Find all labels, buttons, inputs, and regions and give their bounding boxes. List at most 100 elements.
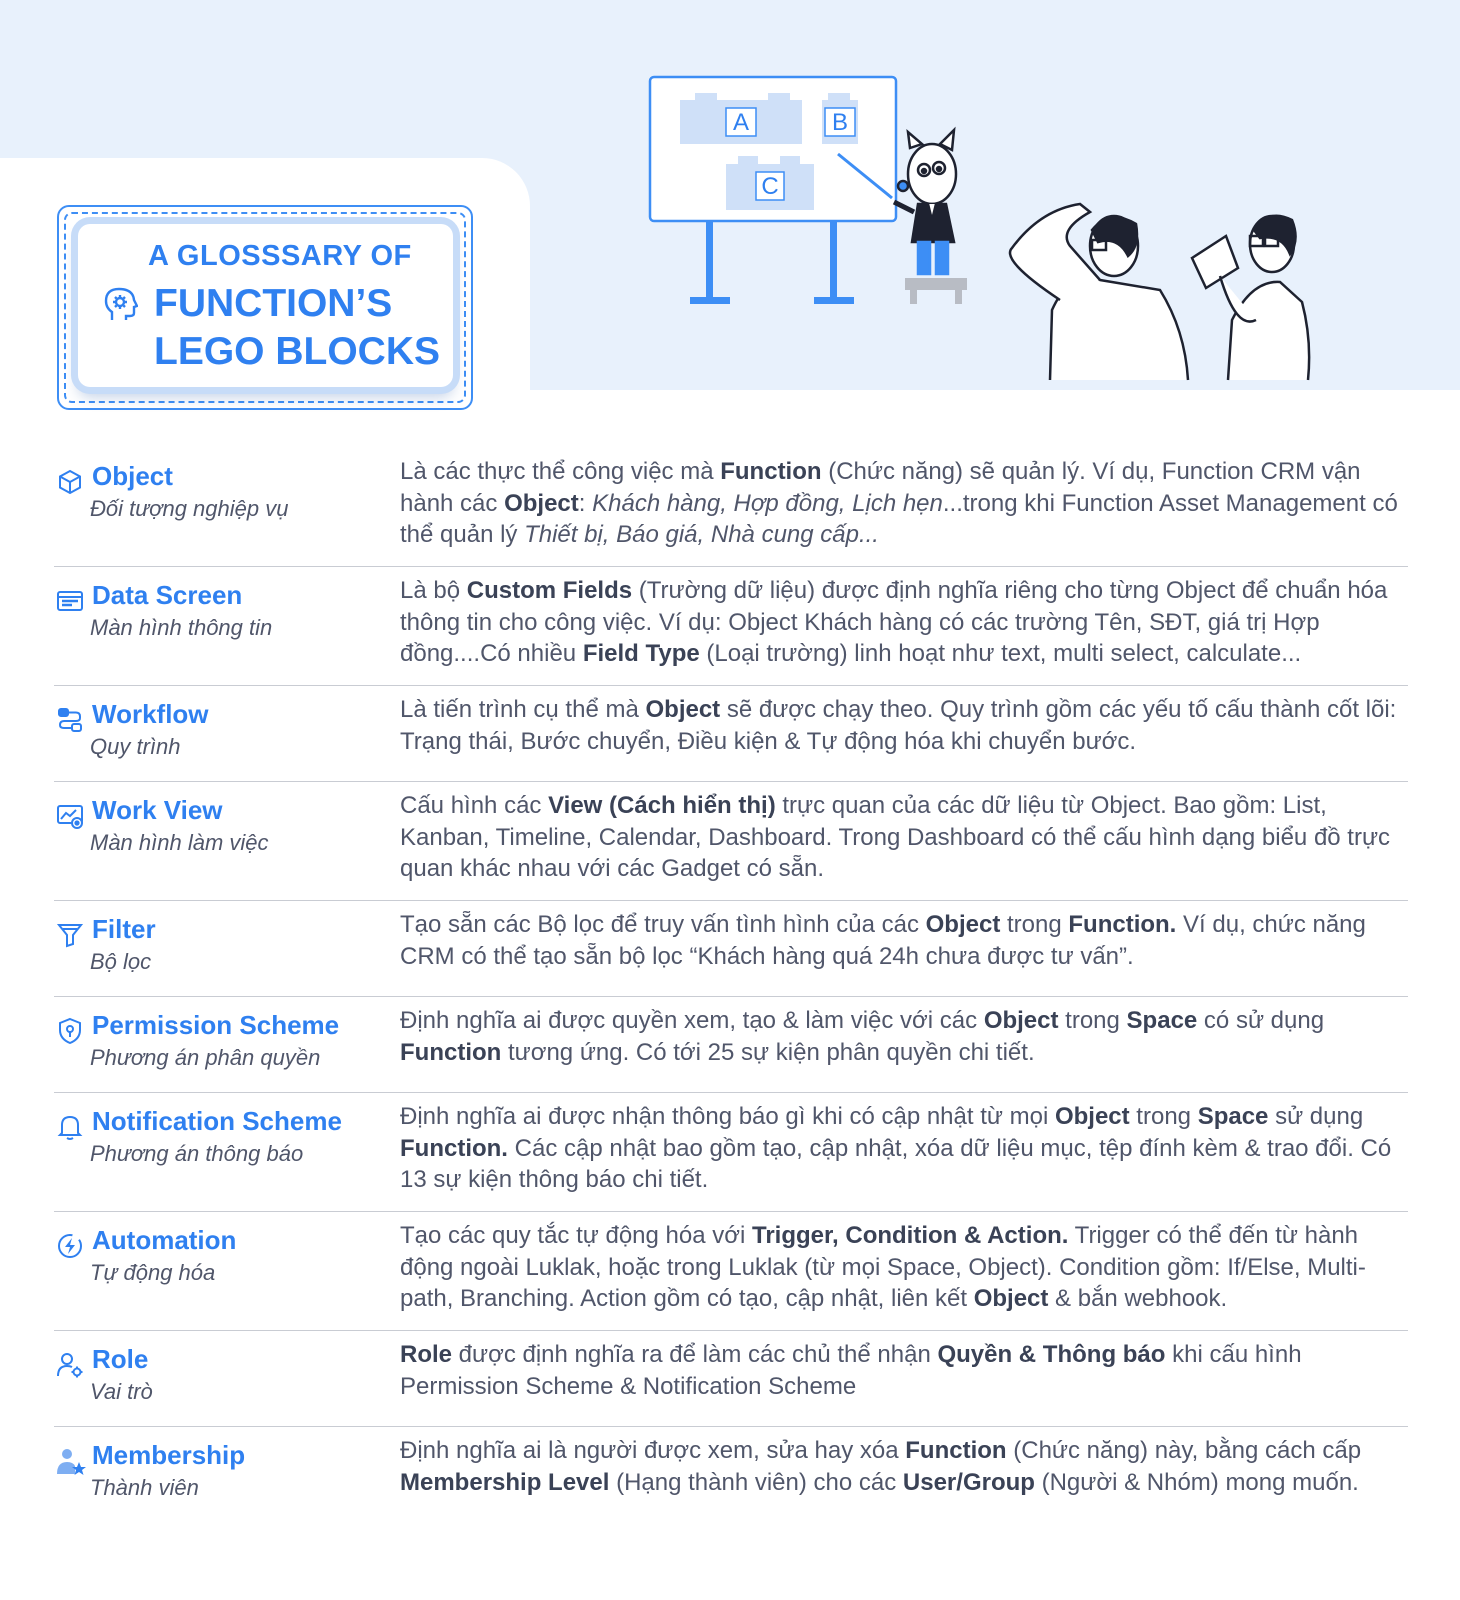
title-main: FUNCTION’S LEGO BLOCKS	[154, 280, 440, 376]
description-keyword: Custom Fields	[466, 577, 633, 604]
chart-view-icon	[56, 802, 84, 830]
workflow-icon	[56, 706, 84, 734]
filter-icon	[56, 921, 84, 949]
description-keyword: Object	[504, 489, 579, 517]
description-keyword: Object	[973, 1285, 1049, 1312]
description-text: Tạo các quy tắc tự động hóa với	[400, 1222, 752, 1249]
glossary-row-data-screen: Data Screen Màn hình thông tin Là bộ Custo…	[54, 567, 1408, 686]
description-text: trong	[1000, 911, 1069, 938]
term-title: Notification Scheme	[92, 1106, 342, 1136]
term-subtitle: Bộ lọc	[90, 949, 152, 974]
screen-icon	[56, 587, 84, 615]
term-description: Là bộ Custom Fields (Trường dữ liệu) đượ…	[400, 575, 1410, 670]
description-text: sử dụng	[1268, 1103, 1364, 1130]
board-label-a: A	[733, 109, 749, 136]
term-title: Filter	[92, 914, 156, 944]
description-text: (Hạng thành viên) cho các	[609, 1468, 903, 1496]
glossary-row-workflow: Workflow Quy trình Là tiến trình cụ thể mà…	[54, 686, 1408, 782]
description-text: Định nghĩa ai được nhận thông báo gì khi…	[400, 1103, 1055, 1130]
description-text: Cấu hình các	[400, 792, 549, 819]
glossary-row-filter: Filter Bộ lọc Tạo sẵn các Bộ lọc để truy v…	[54, 901, 1408, 997]
term-subtitle: Thành viên	[90, 1475, 199, 1500]
term-description: Tạo các quy tắc tự động hóa với Trigger,…	[400, 1220, 1410, 1315]
description-text: Thiết bị, Báo giá, Nhà cung cấp...	[524, 521, 879, 548]
description-text: Tạo sẵn các Bộ lọc để truy vấn tình hình…	[400, 911, 926, 938]
term-title: Permission Scheme	[92, 1010, 340, 1040]
description-text: (Người & Nhóm) mong muốn.	[1034, 1468, 1359, 1496]
term-subtitle: Đối tượng nghiệp vụ	[90, 496, 289, 521]
presentation-illustration: A B C	[648, 75, 1311, 381]
cube-icon	[56, 468, 84, 496]
description-keyword: Function.	[400, 1134, 508, 1162]
person-1	[1008, 202, 1190, 381]
description-text: có sử dụng	[1197, 1007, 1325, 1034]
term-subtitle: Màn hình làm việc	[90, 830, 269, 855]
description-keyword: Role	[400, 1341, 453, 1368]
term-description: Là các thực thể công việc mà Function (C…	[400, 456, 1410, 551]
term-description: Định nghĩa ai được nhận thông báo gì khi…	[400, 1101, 1410, 1196]
title-line-1: A GLOSSSARY OF	[148, 240, 412, 272]
term-title: Workflow	[92, 699, 209, 729]
term-subtitle: Vai trò	[90, 1379, 153, 1404]
board-label-b: B	[832, 109, 848, 136]
term-title: Object	[92, 461, 173, 491]
description-keyword: Function	[400, 1038, 502, 1066]
term-description: Role được định nghĩa ra để làm các chủ t…	[400, 1339, 1410, 1402]
term-subtitle: Phương án thông báo	[90, 1141, 304, 1166]
term-description: Là tiến trình cụ thể mà Object sẽ được c…	[400, 694, 1410, 757]
description-keyword: Quyền & Thông báo	[937, 1341, 1166, 1368]
term-description: Định nghĩa ai được quyền xem, tạo & làm …	[400, 1005, 1410, 1068]
description-text: tương ứng. Có tới 25 sự kiện phân quyền …	[501, 1038, 1035, 1066]
description-text: trong	[1129, 1103, 1198, 1130]
bell-icon	[56, 1113, 84, 1141]
description-text: Là các thực thể công việc mà	[400, 458, 721, 485]
description-text: (Chức năng) này, bằng cách cấp	[1006, 1437, 1362, 1464]
lightning-icon	[56, 1232, 84, 1260]
description-text: trong	[1058, 1007, 1127, 1034]
description-text: Khách hàng, Hợp đồng, Lịch hẹn	[592, 489, 943, 517]
description-keyword: View (Cách hiển thị)	[548, 792, 776, 819]
term-title: Membership	[92, 1440, 246, 1470]
glossary-row-notification-scheme: Notification Scheme Phương án thông báo Đị…	[54, 1093, 1408, 1212]
description-keyword: Trigger, Condition & Action.	[752, 1222, 1069, 1249]
term-title: Role	[92, 1344, 149, 1374]
description-keyword: Function.	[1068, 911, 1177, 938]
term-title: Automation	[92, 1225, 237, 1255]
description-keyword: Function	[720, 458, 822, 485]
term-description: Cấu hình các View (Cách hiển thị) trực q…	[400, 790, 1410, 885]
glossary-row-object: Object Đối tượng nghiệp vụ Là các thực thể…	[54, 448, 1408, 567]
user-star-icon	[56, 1447, 86, 1475]
description-text: Định nghĩa ai là người được xem, sửa hay…	[400, 1437, 906, 1464]
term-subtitle: Quy trình	[90, 734, 181, 759]
term-description: Định nghĩa ai là người được xem, sửa hay…	[400, 1435, 1410, 1498]
shield-icon	[56, 1017, 84, 1045]
description-keyword: Space	[1197, 1103, 1269, 1130]
description-keyword: Object	[925, 911, 1001, 938]
description-text: & bắn webhook.	[1048, 1285, 1228, 1312]
description-keyword: User/Group	[902, 1468, 1035, 1496]
glossary-row-automation: Automation Tự động hóa Tạo các quy tắc tự …	[54, 1212, 1408, 1331]
description-keyword: Space	[1126, 1007, 1198, 1034]
description-keyword: Object	[1054, 1103, 1130, 1130]
description-text: được định nghĩa ra để làm các chủ thể nh…	[452, 1341, 938, 1368]
term-subtitle: Tự động hóa	[90, 1260, 216, 1285]
term-description: Tạo sẵn các Bộ lọc để truy vấn tình hình…	[400, 909, 1410, 972]
title-line-2: FUNCTION’S	[154, 282, 393, 325]
description-text: Các cập nhật bao gồm tạo, cập nhật, xóa …	[400, 1134, 1392, 1194]
description-text: :	[578, 489, 593, 517]
description-text: Là tiến trình cụ thể mà	[400, 696, 646, 723]
term-title: Data Screen	[92, 580, 243, 610]
glossary-row-work-view: Work View Màn hình làm việc Cấu hình các V…	[54, 782, 1408, 901]
glossary-row-role: Role Vai trò Role được định nghĩa ra để là…	[54, 1331, 1408, 1427]
mascot	[892, 126, 958, 276]
description-text: Là bộ	[400, 577, 467, 604]
description-keyword: Object	[645, 696, 721, 723]
person-2	[1190, 214, 1311, 381]
term-subtitle: Phương án phân quyền	[90, 1045, 321, 1070]
glossary-row-membership: Membership Thành viên Định nghĩa ai là ngư…	[54, 1427, 1408, 1523]
board-label-c: C	[761, 173, 778, 200]
description-keyword: Membership Level	[400, 1468, 610, 1496]
description-keyword: Function	[905, 1437, 1007, 1464]
title-line-3: LEGO BLOCKS	[154, 330, 441, 373]
glossary-row-permission-scheme: Permission Scheme Phương án phân quyền Địn…	[54, 997, 1408, 1093]
